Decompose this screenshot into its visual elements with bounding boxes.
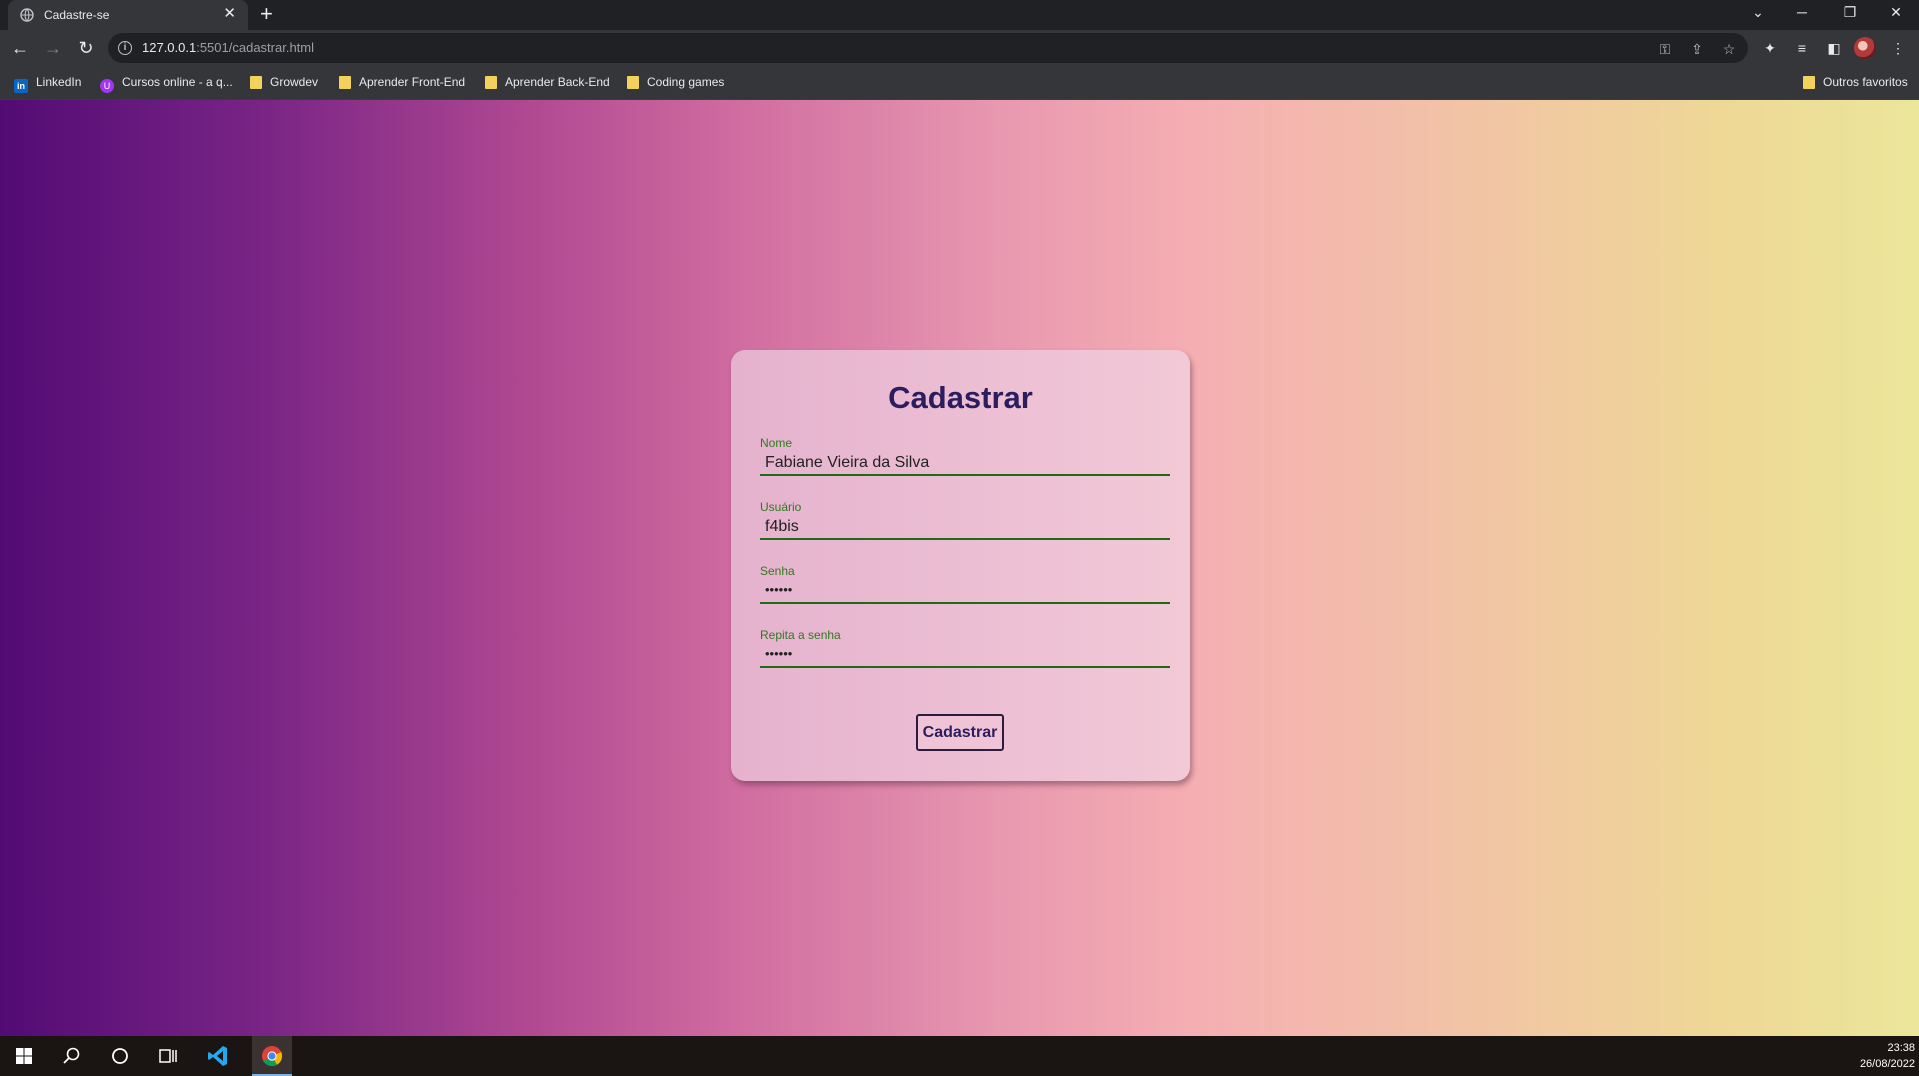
page-viewport: Cadastrar Nome Fabiane Vieira da Silva U…: [0, 100, 1919, 1036]
name-field[interactable]: Nome Fabiane Vieira da Silva: [760, 436, 1170, 476]
taskbar: 23:38 26/08/2022: [0, 1036, 1919, 1076]
tab-close-icon[interactable]: ✕: [223, 5, 236, 23]
bookmark-aprender-front-end[interactable]: Aprender Front-End: [339, 75, 465, 89]
page-title: Cadastrar: [888, 380, 1033, 415]
folder-icon: [485, 76, 497, 89]
menu-kebab-icon[interactable]: ⋮: [1888, 38, 1908, 58]
reading-list-icon[interactable]: ≡: [1792, 38, 1812, 58]
username-input[interactable]: f4bis: [765, 518, 799, 536]
globe-icon: [20, 8, 34, 22]
browser-tab[interactable]: Cadastre-se ✕: [8, 0, 248, 30]
new-tab-button[interactable]: +: [260, 2, 273, 26]
folder-icon: [250, 76, 262, 89]
reload-icon[interactable]: ↻: [74, 36, 98, 60]
bookmark-cursos-online[interactable]: U Cursos online - a q...: [100, 75, 233, 93]
extensions-icon[interactable]: ✦: [1760, 38, 1780, 58]
tab-title: Cadastre-se: [44, 8, 110, 22]
bookmark-other-favorites[interactable]: Outros favoritos: [1803, 75, 1908, 89]
bookmark-growdev[interactable]: Growdev: [250, 75, 318, 89]
cortana-icon[interactable]: [108, 1044, 132, 1068]
site-info-icon[interactable]: i: [118, 41, 132, 55]
password-field[interactable]: Senha ••••••: [760, 564, 1170, 604]
signup-card: Cadastrar Nome Fabiane Vieira da Silva U…: [731, 350, 1190, 781]
password-label: Senha: [760, 564, 795, 578]
linkedin-icon: in: [14, 79, 28, 93]
profile-avatar[interactable]: [1854, 37, 1876, 59]
star-icon[interactable]: ☆: [1720, 40, 1738, 58]
repeat-password-label: Repita a senha: [760, 628, 841, 642]
clock-time: 23:38: [1887, 1042, 1915, 1054]
bookmark-linkedin[interactable]: in LinkedIn: [14, 75, 81, 93]
back-arrow-icon[interactable]: ←: [8, 36, 32, 60]
side-panel-icon[interactable]: ◧: [1824, 38, 1844, 58]
repeat-password-input[interactable]: ••••••: [765, 646, 792, 661]
bookmark-coding-games[interactable]: Coding games: [627, 75, 724, 89]
minimize-button[interactable]: ─: [1780, 0, 1824, 30]
username-field[interactable]: Usuário f4bis: [760, 500, 1170, 540]
key-icon[interactable]: ⚿: [1656, 40, 1674, 58]
search-icon[interactable]: [60, 1044, 84, 1068]
folder-icon: [1803, 76, 1815, 89]
password-input[interactable]: ••••••: [765, 582, 792, 597]
clock-date: 26/08/2022: [1859, 1058, 1915, 1070]
restore-button[interactable]: ❐: [1828, 0, 1872, 30]
browser-toolbar: ← → ↻ i 127.0.0.1:5501/cadastrar.html ⚿ …: [0, 30, 1919, 66]
task-view-icon[interactable]: [156, 1044, 180, 1068]
submit-button[interactable]: Cadastrar: [916, 714, 1004, 751]
bookmarks-bar: in LinkedIn U Cursos online - a q... Growd…: [0, 66, 1919, 100]
name-label: Nome: [760, 436, 793, 450]
name-input[interactable]: Fabiane Vieira da Silva: [765, 454, 929, 472]
close-window-button[interactable]: ✕: [1874, 0, 1918, 30]
address-bar[interactable]: i 127.0.0.1:5501/cadastrar.html ⚿ ⇪ ☆: [108, 33, 1748, 63]
system-clock[interactable]: 23:38 26/08/2022: [1860, 1040, 1915, 1072]
tab-search-icon[interactable]: ⌄: [1736, 0, 1780, 30]
folder-icon: [339, 76, 351, 89]
forward-arrow-icon[interactable]: →: [41, 36, 65, 60]
udemy-icon: U: [100, 79, 114, 93]
folder-icon: [627, 76, 639, 89]
username-label: Usuário: [760, 500, 802, 514]
browser-tab-bar: Cadastre-se ✕ + ⌄ ─ ❐ ✕: [0, 0, 1919, 30]
share-icon[interactable]: ⇪: [1688, 40, 1706, 58]
vscode-icon[interactable]: [206, 1044, 230, 1068]
bookmark-aprender-back-end[interactable]: Aprender Back-End: [485, 75, 610, 89]
windows-start-icon[interactable]: [12, 1044, 36, 1068]
chrome-icon[interactable]: [260, 1044, 284, 1068]
repeat-password-field[interactable]: Repita a senha ••••••: [760, 628, 1170, 668]
url-text[interactable]: 127.0.0.1:5501/cadastrar.html: [142, 40, 314, 55]
